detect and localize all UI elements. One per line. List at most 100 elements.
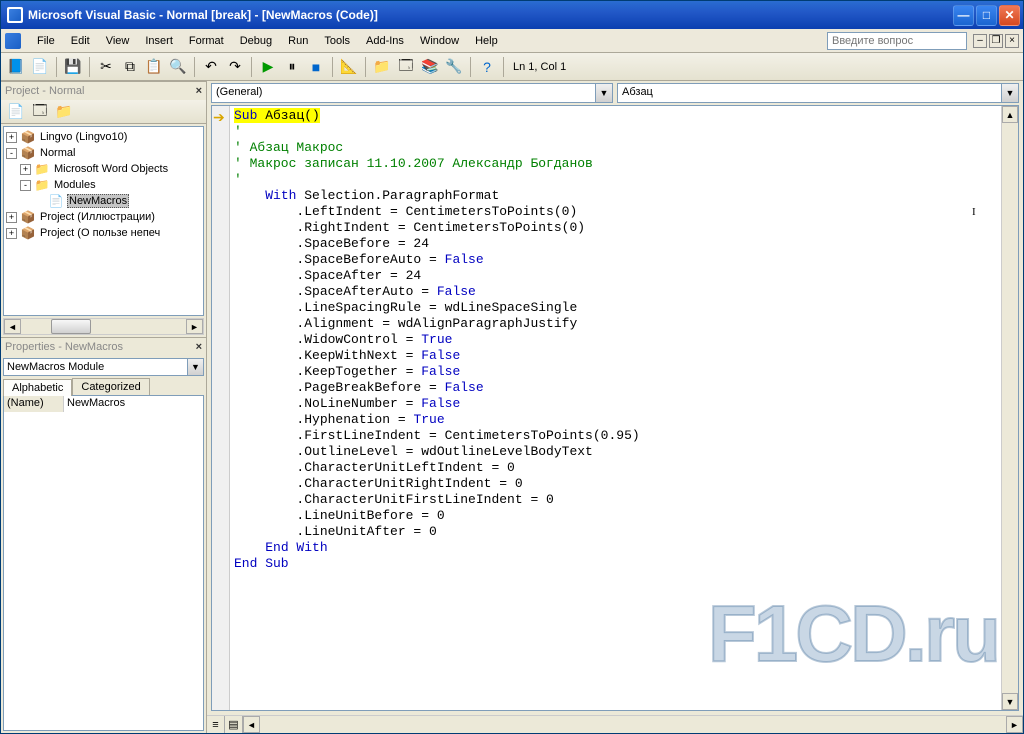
tree-node-label: Modules — [53, 179, 97, 191]
app-icon — [7, 7, 23, 23]
scroll-right-icon[interactable]: ► — [186, 319, 203, 334]
copy-icon[interactable]: ⧉ — [119, 56, 141, 78]
maximize-button[interactable]: □ — [976, 5, 997, 26]
redo-icon[interactable]: ↷ — [224, 56, 246, 78]
properties-object-combo[interactable]: ▼ — [3, 358, 204, 376]
tree-node-label: Project (О пользе непеч — [39, 227, 161, 239]
procedure-view-icon[interactable]: ≡ — [207, 716, 225, 733]
code-text[interactable]: Sub Абзац() ' ' Абзац Макрос ' Макрос за… — [230, 106, 1001, 710]
menu-view[interactable]: View — [98, 32, 138, 50]
project-explorer-icon[interactable]: 📁 — [371, 56, 393, 78]
scroll-left-icon[interactable]: ◄ — [243, 716, 260, 733]
tree-node[interactable]: +📦Project (Иллюстрации) — [6, 209, 201, 225]
save-icon[interactable]: 💾 — [62, 56, 84, 78]
reset-icon[interactable]: ■ — [305, 56, 327, 78]
properties-panel-close-icon[interactable]: × — [196, 341, 202, 353]
object-combo[interactable]: (General) ▼ — [211, 83, 613, 103]
tree-node[interactable]: -📁Modules — [6, 177, 201, 193]
hscroll-track[interactable] — [260, 716, 1006, 733]
tree-node[interactable]: 📄NewMacros — [6, 193, 201, 209]
tab-categorized[interactable]: Categorized — [72, 378, 149, 395]
view-word-icon[interactable]: 📘 — [5, 56, 27, 78]
scroll-up-icon[interactable]: ▲ — [1002, 106, 1018, 123]
chevron-down-icon[interactable]: ▼ — [1001, 84, 1018, 102]
minimize-button[interactable]: — — [953, 5, 974, 26]
tree-node[interactable]: -📦Normal — [6, 145, 201, 161]
view-code-icon[interactable]: 📄 — [5, 101, 27, 123]
menu-help[interactable]: Help — [467, 32, 506, 50]
project-panel-close-icon[interactable]: × — [196, 85, 202, 97]
find-icon[interactable]: 🔍 — [167, 56, 189, 78]
menu-window[interactable]: Window — [412, 32, 467, 50]
tree-expand-icon[interactable]: - — [6, 148, 17, 159]
code-vscrollbar[interactable]: ▲ ▼ — [1001, 106, 1018, 710]
left-dock: Project - Normal × 📄 🗔 📁 +📦Lingvo (Lingv… — [1, 81, 207, 733]
menu-file[interactable]: File — [29, 32, 63, 50]
vb-logo-icon — [5, 33, 21, 49]
property-value[interactable]: NewMacros — [64, 396, 203, 412]
tree-node[interactable]: +📁Microsoft Word Objects — [6, 161, 201, 177]
help-search-input[interactable] — [827, 32, 967, 50]
tree-expand-icon[interactable]: + — [6, 132, 17, 143]
code-editor[interactable]: ➔ Sub Абзац() ' ' Абзац Макрос ' Макрос … — [211, 105, 1019, 711]
scroll-thumb[interactable] — [51, 319, 91, 334]
tree-node-label: Project (Иллюстрации) — [39, 211, 156, 223]
properties-object-input[interactable] — [3, 358, 188, 376]
menu-addins[interactable]: Add-Ins — [358, 32, 412, 50]
undo-icon[interactable]: ↶ — [200, 56, 222, 78]
tree-node[interactable]: +📦Lingvo (Lingvo10) — [6, 129, 201, 145]
close-button[interactable]: ✕ — [999, 5, 1020, 26]
folder-icon: 📁 — [34, 162, 50, 176]
menu-format[interactable]: Format — [181, 32, 232, 50]
object-browser-icon[interactable]: 📚 — [419, 56, 441, 78]
project-tree-hscrollbar[interactable]: ◄ ► — [3, 318, 204, 335]
design-mode-icon[interactable]: 📐 — [338, 56, 360, 78]
object-combo-value: (General) — [212, 84, 595, 102]
scroll-down-icon[interactable]: ▼ — [1002, 693, 1018, 710]
tree-node[interactable]: +📦Project (О пользе непеч — [6, 225, 201, 241]
proj-icon: 📦 — [20, 130, 36, 144]
dropdown-icon[interactable]: ▼ — [188, 358, 204, 376]
paste-icon[interactable]: 📋 — [143, 56, 165, 78]
menu-tools[interactable]: Tools — [316, 32, 358, 50]
proj-icon: 📦 — [20, 146, 36, 160]
toolbox-icon[interactable]: 🔧 — [443, 56, 465, 78]
menu-insert[interactable]: Insert — [137, 32, 181, 50]
project-tree[interactable]: +📦Lingvo (Lingvo10)-📦Normal+📁Microsoft W… — [3, 126, 204, 316]
project-panel-toolbar: 📄 🗔 📁 — [1, 100, 206, 124]
cut-icon[interactable]: ✂ — [95, 56, 117, 78]
mdi-window-controls: – ❐ × — [973, 34, 1019, 48]
properties-tabs: Alphabetic Categorized — [3, 378, 204, 395]
run-icon[interactable]: ▶ — [257, 56, 279, 78]
toggle-folders-icon[interactable]: 📁 — [53, 101, 75, 123]
full-module-view-icon[interactable]: ▤ — [225, 716, 243, 733]
mdi-minimize-icon[interactable]: – — [973, 34, 987, 48]
view-object-icon[interactable]: 🗔 — [29, 101, 51, 123]
execution-pointer-icon: ➔ — [213, 109, 225, 126]
tree-expand-icon[interactable]: + — [20, 164, 31, 175]
properties-panel-title-text: Properties - NewMacros — [5, 341, 123, 353]
properties-grid[interactable]: (Name)NewMacros — [3, 395, 204, 731]
menu-edit[interactable]: Edit — [63, 32, 98, 50]
properties-window-icon[interactable]: 🗔 — [395, 56, 417, 78]
tree-expand-icon[interactable]: + — [6, 212, 17, 223]
insert-module-icon[interactable]: 📄 — [29, 56, 51, 78]
mdi-close-icon[interactable]: × — [1005, 34, 1019, 48]
vscroll-track[interactable] — [1002, 123, 1018, 693]
scroll-left-icon[interactable]: ◄ — [4, 319, 21, 334]
scroll-right-icon[interactable]: ► — [1006, 716, 1023, 733]
menu-debug[interactable]: Debug — [232, 32, 280, 50]
procedure-combo[interactable]: Абзац ▼ — [617, 83, 1019, 103]
tree-node-label: Microsoft Word Objects — [53, 163, 169, 175]
chevron-down-icon[interactable]: ▼ — [595, 84, 612, 102]
tab-alphabetic[interactable]: Alphabetic — [3, 379, 72, 396]
break-icon[interactable]: ⏸ — [281, 56, 303, 78]
property-row[interactable]: (Name)NewMacros — [4, 396, 203, 412]
property-name: (Name) — [4, 396, 64, 412]
tree-expand-icon[interactable]: + — [6, 228, 17, 239]
tree-expand-icon[interactable]: - — [20, 180, 31, 191]
menu-run[interactable]: Run — [280, 32, 316, 50]
mdi-restore-icon[interactable]: ❐ — [989, 34, 1003, 48]
code-pane: (General) ▼ Абзац ▼ ➔ Sub Абзац() ' ' Аб… — [207, 81, 1023, 733]
help-icon[interactable]: ? — [476, 56, 498, 78]
